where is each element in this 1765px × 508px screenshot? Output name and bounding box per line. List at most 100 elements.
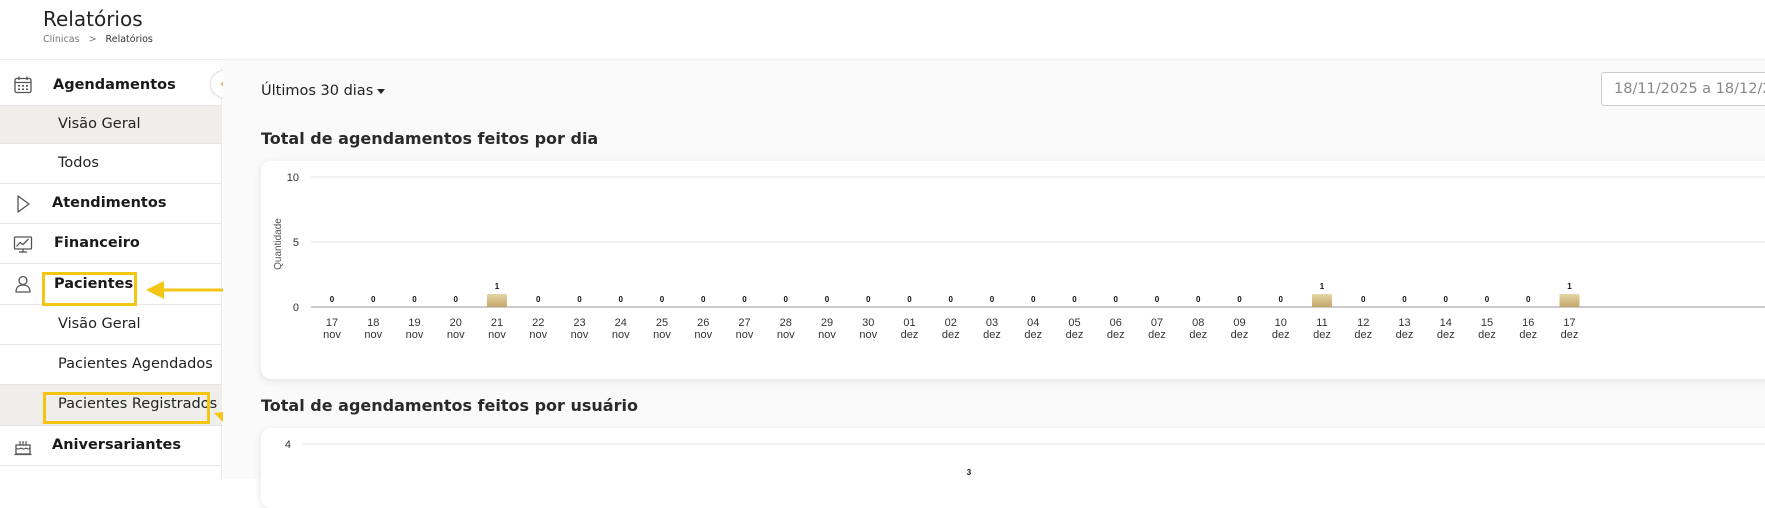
x-tick-label-day: 19: [408, 317, 420, 329]
x-tick-label-day: 20: [450, 317, 462, 329]
data-label: 0: [1361, 295, 1366, 304]
x-tick-label-day: 30: [862, 317, 874, 329]
breadcrumb-item-current: Relatórios: [105, 34, 153, 45]
data-label: 0: [784, 295, 789, 304]
sidebar-item-label: Agendamentos: [53, 77, 176, 93]
bar: [1559, 294, 1580, 307]
x-tick-label-month: nov: [323, 329, 341, 341]
x-tick-label-day: 27: [738, 317, 750, 329]
x-tick-label-month: nov: [612, 329, 630, 341]
sidebar-item-agendamentos[interactable]: Agendamentos: [0, 67, 222, 106]
x-tick-label-day: 07: [1151, 317, 1163, 329]
highlight-box-pacientes-registrados: [43, 392, 210, 424]
data-label: 0: [1402, 295, 1407, 304]
data-label: 0: [866, 295, 871, 304]
x-tick-label-day: 22: [532, 317, 544, 329]
x-tick-label-month: dez: [1024, 329, 1042, 341]
sidebar-item-agendamentos-visao-geral[interactable]: Visão Geral: [0, 106, 222, 144]
sidebar-item-financeiro[interactable]: Financeiro: [0, 224, 222, 264]
x-tick-label-month: nov: [736, 329, 754, 341]
y-tick-label: 5: [293, 237, 299, 249]
x-tick-label-day: 14: [1440, 317, 1452, 329]
x-tick-label-month: dez: [1396, 329, 1414, 341]
bar: [487, 294, 507, 307]
data-label: 0: [1444, 295, 1449, 304]
x-tick-label-month: dez: [901, 329, 919, 341]
sidebar-item-agendamentos-todos[interactable]: Todos: [0, 144, 222, 184]
chart-card-per-day: 0 5 10 Quantidade 0 17 nov 0 18 nov 0 19 nov 0 20 nov 1 2…: [261, 161, 1765, 379]
sidebar-item-pacientes-visao-geral[interactable]: Visão Geral: [0, 305, 222, 345]
x-tick-label-month: dez: [1313, 329, 1331, 341]
x-tick-label-month: nov: [653, 329, 671, 341]
data-label: 0: [1526, 295, 1531, 304]
period-dropdown-label: Últimos 30 dias: [261, 83, 374, 99]
x-tick-label-day: 28: [780, 317, 792, 329]
chart-card-per-user: 43: [261, 428, 1765, 508]
breadcrumb: Clínicas > Relatórios: [43, 34, 153, 45]
x-tick-label-day: 06: [1110, 317, 1122, 329]
data-label: 1: [1320, 282, 1325, 291]
main-content: Últimos 30 dias 18/11/2025 a 18/12/2025 …: [223, 60, 1765, 508]
x-tick-label-month: dez: [1478, 329, 1496, 341]
data-label: 0: [577, 295, 582, 304]
x-tick-label-month: dez: [1066, 329, 1084, 341]
sidebar-item-label: Pacientes Agendados: [58, 356, 213, 372]
y-axis-label: Quantidade: [273, 218, 284, 270]
caret-down-icon: [377, 88, 386, 94]
data-label: 1: [1567, 282, 1572, 291]
data-label: 0: [1072, 295, 1077, 304]
sidebar-item-label: Visão Geral: [58, 116, 141, 132]
x-tick-label-month: dez: [1437, 329, 1455, 341]
sidebar-item-pacientes-agendados[interactable]: Pacientes Agendados: [0, 345, 222, 385]
x-tick-label-month: nov: [818, 329, 836, 341]
data-label: 0: [371, 295, 376, 304]
data-label: 0: [949, 295, 954, 304]
x-tick-label-month: nov: [571, 329, 589, 341]
x-tick-label-month: dez: [1519, 329, 1537, 341]
person-icon: [15, 275, 31, 293]
highlight-box-pacientes: [42, 272, 137, 306]
sidebar-item-label: Todos: [58, 155, 99, 171]
data-label: 0: [742, 295, 747, 304]
y-tick-label: 10: [287, 172, 299, 184]
x-tick-label-month: nov: [529, 329, 547, 341]
data-label: 0: [660, 295, 665, 304]
x-tick-label-month: dez: [983, 329, 1001, 341]
cake-icon: [14, 441, 32, 456]
x-tick-label-month: dez: [1148, 329, 1166, 341]
y-tick-label: 0: [293, 302, 299, 314]
data-label: 0: [330, 295, 335, 304]
breadcrumb-item-clinicas[interactable]: Clínicas: [43, 34, 80, 45]
period-dropdown[interactable]: Últimos 30 dias: [261, 83, 386, 99]
play-icon: [17, 195, 30, 213]
data-label: 0: [701, 295, 706, 304]
data-label: 0: [412, 295, 417, 304]
x-tick-label-day: 11: [1316, 317, 1327, 329]
x-tick-label-day: 09: [1233, 317, 1245, 329]
x-tick-label-day: 03: [986, 317, 998, 329]
x-tick-label-day: 17: [326, 317, 338, 329]
x-tick-label-day: 12: [1357, 317, 1369, 329]
date-range-input[interactable]: 18/11/2025 a 18/12/2025: [1601, 72, 1765, 106]
x-tick-label-day: 08: [1192, 317, 1204, 329]
sidebar-item-label: Visão Geral: [58, 316, 141, 332]
x-tick-label-day: 01: [903, 317, 915, 329]
data-label: 0: [1196, 295, 1201, 304]
calendar-icon: [14, 76, 32, 94]
x-tick-label-month: dez: [1272, 329, 1290, 341]
data-label: 3: [967, 468, 972, 477]
sidebar-item-label: Atendimentos: [52, 195, 167, 211]
x-tick-label-day: 16: [1522, 317, 1534, 329]
x-tick-label-month: dez: [1107, 329, 1125, 341]
page-title: Relatórios: [43, 7, 143, 31]
x-tick-label-day: 13: [1398, 317, 1410, 329]
sidebar-item-label: Aniversariantes: [52, 437, 181, 453]
data-label: 0: [1031, 295, 1036, 304]
x-tick-label-day: 02: [945, 317, 957, 329]
data-label: 0: [1237, 295, 1242, 304]
sidebar-item-atendimentos[interactable]: Atendimentos: [0, 184, 222, 224]
sidebar-item-aniversariantes[interactable]: Aniversariantes: [0, 426, 222, 466]
data-label: 0: [1485, 295, 1490, 304]
bar: [1312, 294, 1332, 307]
x-tick-label-month: dez: [942, 329, 960, 341]
